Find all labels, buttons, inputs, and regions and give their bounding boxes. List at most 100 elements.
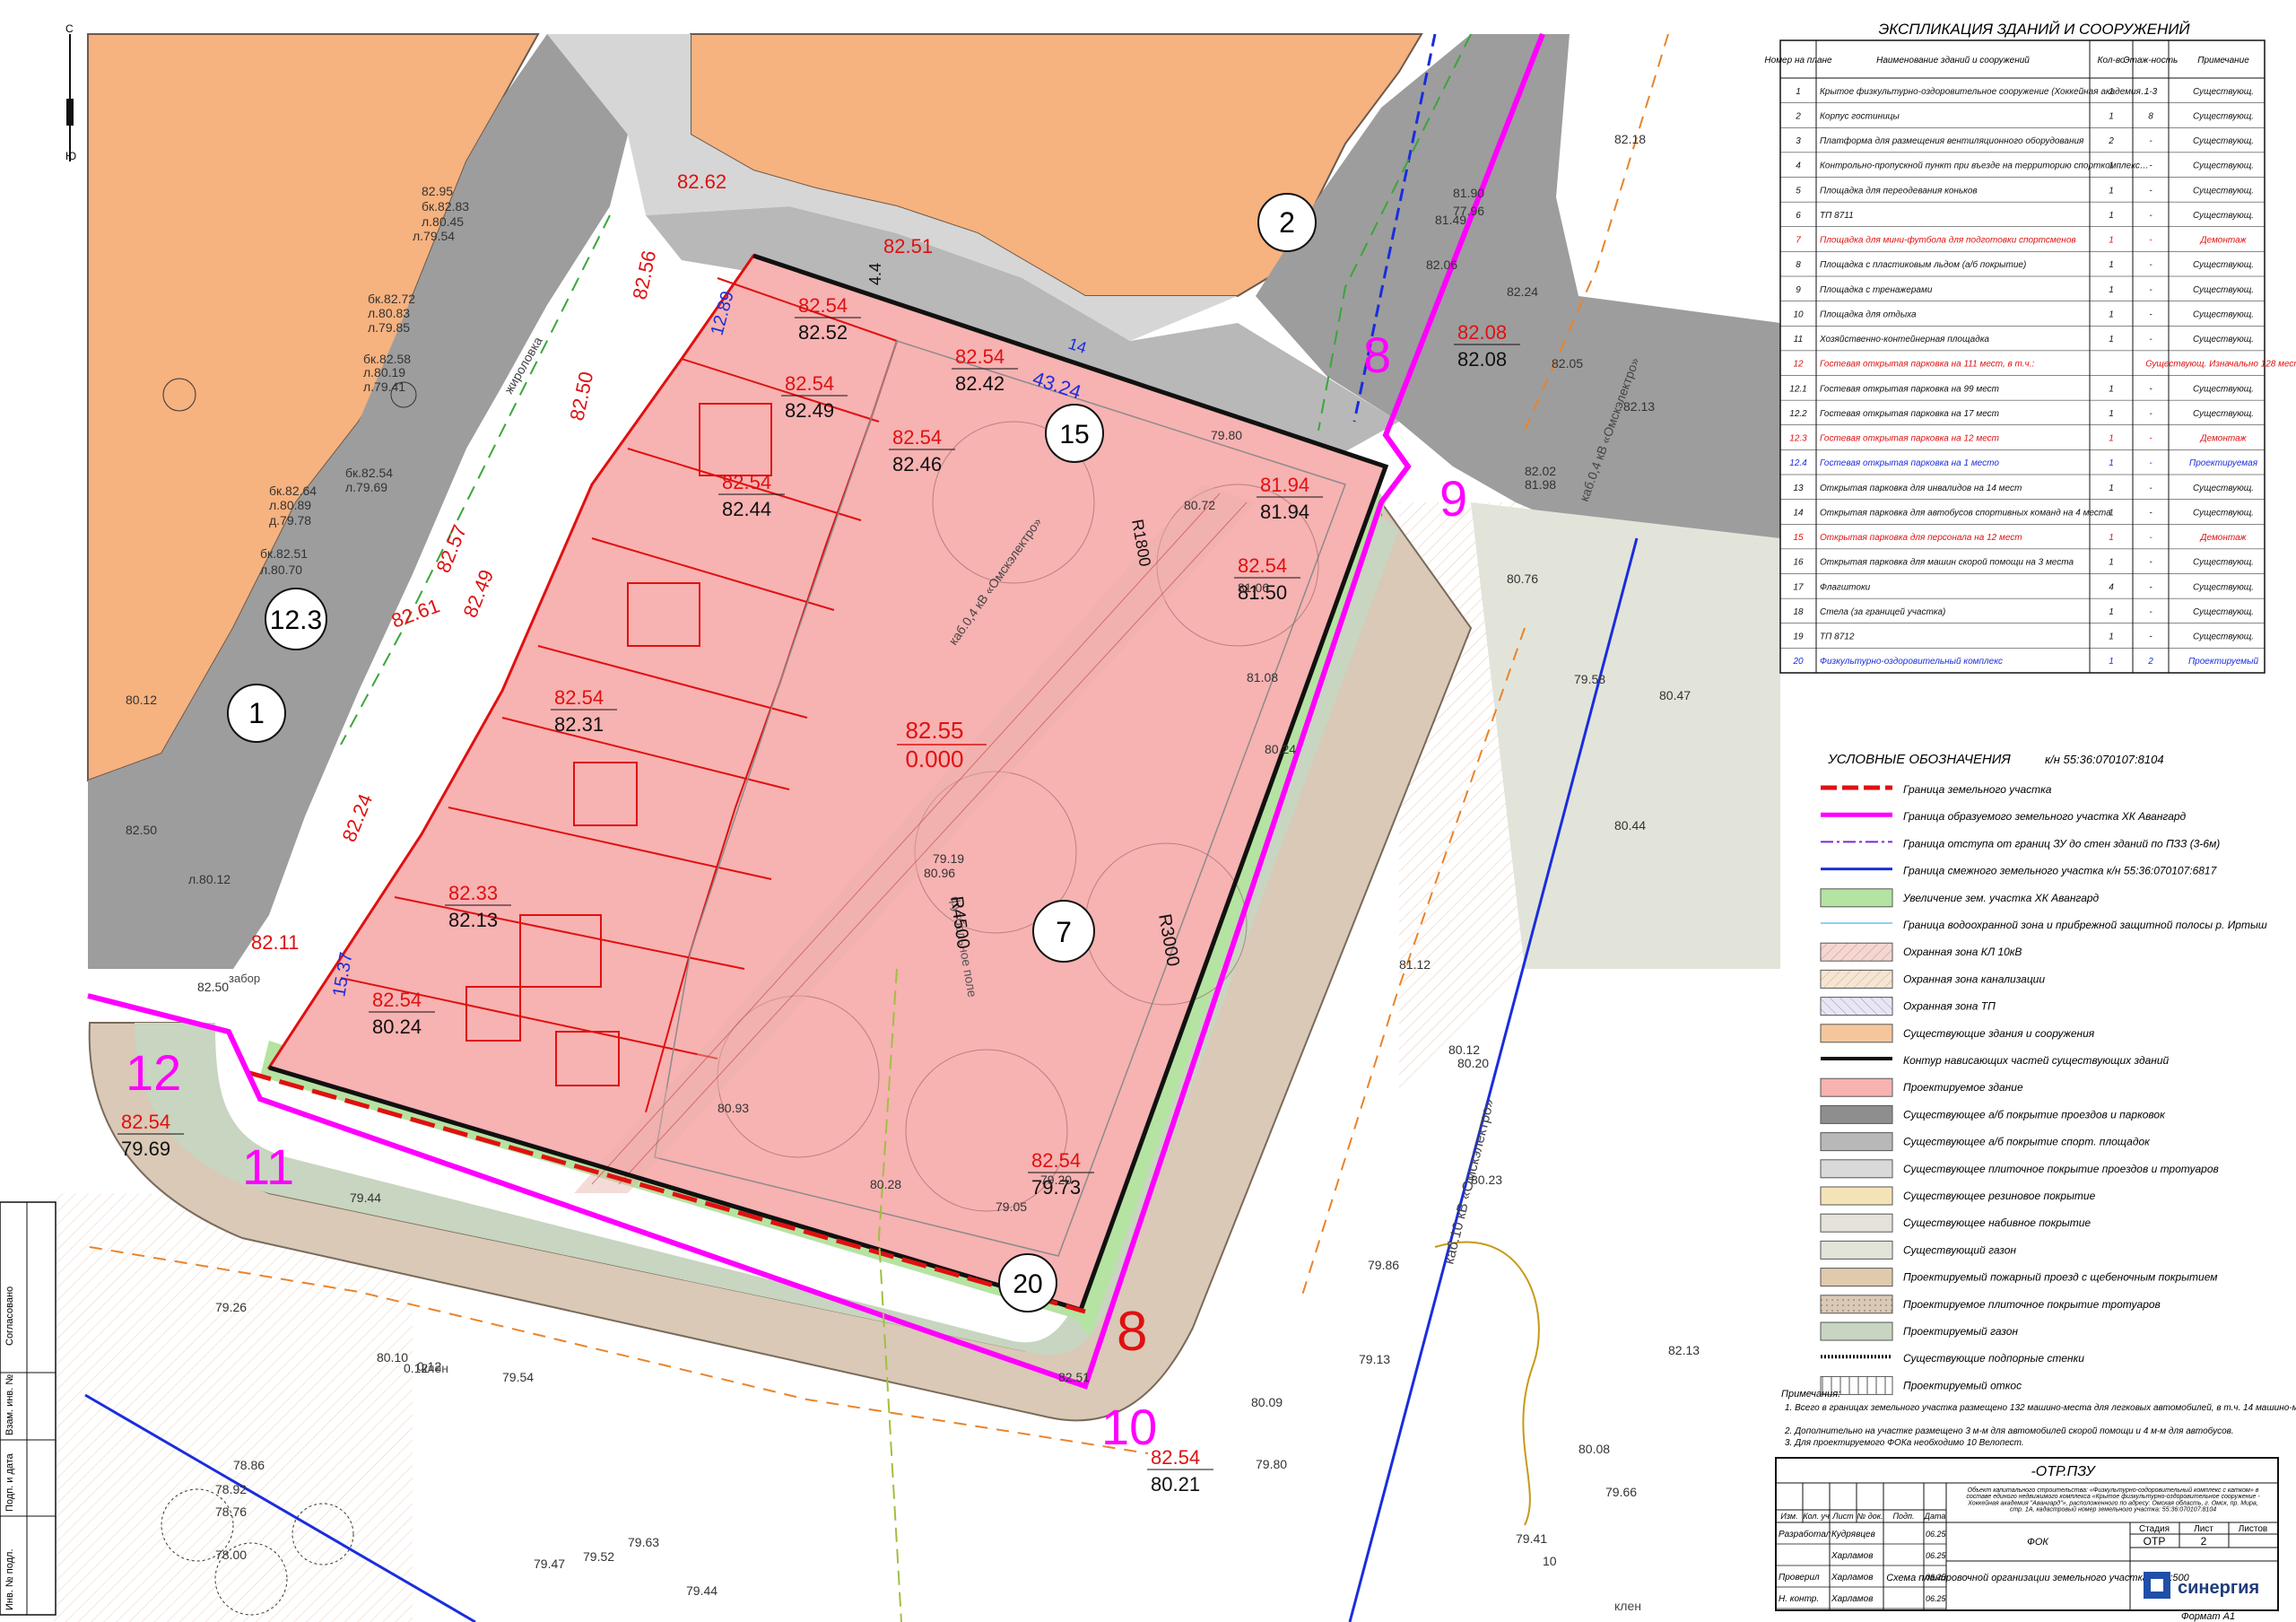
legend-swatch	[1820, 1077, 1893, 1097]
svg-text:06.25: 06.25	[1926, 1551, 1947, 1560]
svg-text:Ю: Ю	[65, 150, 76, 162]
legend-label: Граница водоохранной зона и прибрежной з…	[1903, 919, 2267, 931]
elevation-red: 81.94	[1260, 474, 1309, 496]
elevation-black: 82.52	[798, 321, 848, 344]
legend-swatch	[1820, 1295, 1893, 1314]
survey-mark: 80.44	[1614, 818, 1646, 833]
survey-mark: 79.05	[996, 1199, 1027, 1214]
object-description: Объект капитального строительства: «Физк…	[1968, 1487, 2259, 1494]
elevation-red: 82.54	[1031, 1149, 1081, 1172]
elevation-red: 82.51	[883, 235, 933, 257]
svg-text:8: 8	[1363, 327, 1391, 383]
explication-cell-number: 12.3	[1789, 434, 1807, 444]
legend-label: Проектируемое плиточное покрытие тротуар…	[1903, 1298, 2161, 1311]
explication-cell-name: Физкультурно-оздоровительный комплекс	[1820, 657, 2003, 667]
elevation-red: 82.54	[372, 989, 422, 1011]
title-col-header: Изм.	[1780, 1512, 1797, 1521]
explication-header: Наименование зданий и сооружений	[1876, 56, 2030, 65]
elevation-red: 82.54	[798, 294, 848, 317]
explication-cell-qty: 1	[2109, 384, 2114, 394]
legend-label: Охранная зона КЛ 10кВ	[1903, 946, 2022, 958]
svg-text:Разработал: Разработал	[1779, 1529, 1831, 1539]
legend-label: Проектируемый пожарный проезд с щебеночн…	[1903, 1271, 2218, 1284]
title-col-header: Подп.	[1893, 1512, 1915, 1521]
survey-mark: 80.23	[1471, 1173, 1502, 1187]
survey-mark: 80.08	[1578, 1442, 1610, 1456]
title-col-header: № док.	[1857, 1512, 1883, 1521]
explication-cell-qty: 1	[2109, 111, 2114, 121]
survey-mark: бк.82.64	[269, 484, 317, 498]
legend-label: Существующий газон	[1903, 1243, 2016, 1256]
explication-cell-note: Существующ.	[2193, 111, 2254, 121]
explication-cell-note: Существующ.	[2193, 409, 2254, 419]
elevation-red: 82.11	[251, 931, 299, 954]
explication-cell-name: Площадка с тренажерами	[1820, 285, 1933, 295]
svg-text:Листов: Листов	[2239, 1524, 2268, 1534]
svg-text:9: 9	[1439, 470, 1467, 527]
legend-swatch	[1820, 1213, 1893, 1233]
survey-mark: 82.51	[1058, 1370, 1090, 1384]
svg-text:10: 10	[1101, 1399, 1157, 1455]
legend-swatch	[1820, 1024, 1893, 1043]
survey-mark: 82.05	[1552, 356, 1583, 371]
explication-table: ЭКСПЛИКАЦИЯ ЗДАНИЙ И СООРУЖЕНИЙ Номер на…	[1764, 20, 2296, 674]
svg-text:Проверил: Проверил	[1779, 1573, 1820, 1583]
legend-label: Граница смежного земельного участка к/н …	[1903, 865, 2218, 877]
survey-mark: 78.76	[215, 1504, 247, 1519]
svg-text:2. Дополнительно на участке р: 2. Дополнительно на участке размещено 3 …	[1784, 1426, 2234, 1436]
explication-cell-number: 15	[1793, 533, 1804, 543]
elevation-red: 82.54	[1151, 1446, 1200, 1469]
survey-mark: л.80.83	[368, 306, 410, 320]
explication-cell-name: Гостевая открытая парковка на 99 мест	[1820, 384, 1999, 394]
survey-mark: 79.44	[686, 1583, 718, 1598]
elevation-black: 80.24	[372, 1016, 422, 1038]
svg-text:забор: забор	[229, 972, 260, 985]
explication-cell-note: Существующ.	[2193, 508, 2254, 518]
notes: Примечания: 1. Всего в границах земельно…	[1781, 1389, 2296, 1448]
elevation-black: 82.49	[785, 399, 834, 422]
svg-text:4.4: 4.4	[866, 263, 884, 285]
survey-mark: 78.86	[233, 1458, 265, 1472]
explication-cell-qty: 1	[2109, 87, 2114, 97]
survey-mark: л.80.19	[363, 365, 405, 379]
explication-cell-number: 13	[1793, 484, 1804, 493]
explication-cell-note: Существующ.	[2193, 384, 2254, 394]
explication-cell-qty: 1	[2109, 607, 2114, 617]
legend-label: Граница образуемого земельного участка Х…	[1903, 810, 2187, 823]
survey-mark: 79.58	[1574, 672, 1605, 686]
legend-swatch	[1820, 1186, 1893, 1206]
explication-cell-name: Стела (за границей участка)	[1820, 607, 1945, 617]
explication-cell-note: Существующ.	[2193, 632, 2254, 642]
explication-cell-note: Существующ.	[2193, 186, 2254, 196]
svg-text:Согласовано: Согласовано	[4, 1286, 15, 1346]
explication-cell-note: Существующ.	[2193, 211, 2254, 221]
explication-cell-note: Существующ.	[2193, 558, 2254, 568]
explication-cell-name: Гостевая открытая парковка на 12 мест	[1820, 434, 1999, 444]
explication-header: Примечание	[2197, 56, 2249, 65]
explication-cell-number: 2	[1795, 111, 1801, 121]
svg-text:Лист: Лист	[2194, 1524, 2213, 1534]
svg-text:Харламов: Харламов	[1831, 1573, 1873, 1583]
elevation-red: 82.54	[554, 686, 604, 709]
survey-mark: 79.13	[1359, 1352, 1390, 1366]
survey-mark: 81.90	[1453, 186, 1484, 200]
elevation-black: 82.08	[1457, 348, 1507, 371]
elevation-black: 80.21	[1151, 1473, 1200, 1496]
survey-mark: 82.06	[1426, 257, 1457, 272]
explication-cell-qty: 1	[2109, 508, 2114, 518]
survey-mark: 82.13	[1668, 1343, 1700, 1357]
survey-mark: 79.86	[1368, 1258, 1399, 1272]
explication-cell-qty: 1	[2109, 657, 2114, 667]
building-marker-15: 15	[1059, 420, 1089, 449]
explication-cell-note: Существующ.	[2193, 607, 2254, 617]
svg-text:82.55: 82.55	[905, 717, 963, 744]
explication-cell-name: Открытая парковка для машин скорой помощ…	[1820, 558, 2074, 568]
explication-cell-qty: 1	[2109, 533, 2114, 543]
legend-label: Существующие здания и сооружения	[1903, 1027, 2095, 1040]
explication-title: ЭКСПЛИКАЦИЯ ЗДАНИЙ И СООРУЖЕНИЙ	[1878, 20, 2190, 38]
survey-mark: 80.96	[924, 866, 955, 880]
explication-cell-qty: 1	[2109, 285, 2114, 295]
explication-cell-name: Площадка для отдыха	[1820, 310, 1917, 319]
legend-swatch	[1820, 888, 1893, 908]
legend-label: Охранная зона ТП	[1903, 1000, 1996, 1013]
